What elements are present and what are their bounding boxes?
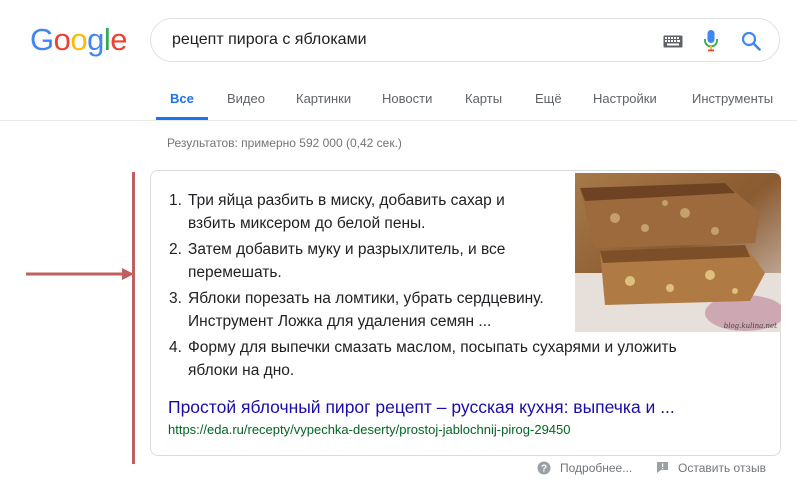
step-text: Форму для выпечки смазать маслом, посыпа… bbox=[188, 339, 677, 356]
logo-letter: G bbox=[30, 22, 54, 57]
tab-news[interactable]: Новости bbox=[382, 91, 432, 106]
google-logo[interactable]: Google bbox=[30, 22, 128, 58]
step-text: яблоки на дно. bbox=[188, 362, 295, 379]
annotation-bar bbox=[132, 172, 135, 464]
svg-text:?: ? bbox=[541, 464, 547, 475]
step-number: 3. bbox=[169, 290, 182, 307]
step-number: 1. bbox=[169, 192, 182, 209]
microphone-icon[interactable] bbox=[704, 30, 718, 57]
feedback-icon[interactable] bbox=[656, 461, 669, 479]
result-url[interactable]: https://eda.ru/recepty/vypechka-deserty/… bbox=[168, 422, 571, 437]
tab-video[interactable]: Видео bbox=[227, 91, 265, 106]
feedback-link[interactable]: Оставить отзыв bbox=[678, 461, 766, 475]
tab-images[interactable]: Картинки bbox=[296, 91, 351, 106]
featured-snippet: 1. Три яйца разбить в миску, добавить са… bbox=[150, 170, 781, 456]
tab-all[interactable]: Все bbox=[170, 91, 194, 106]
search-input[interactable]: рецепт пирога с яблоками bbox=[172, 31, 367, 49]
search-tabs: Все Видео Картинки Новости Карты Ещё Нас… bbox=[0, 80, 797, 120]
search-box[interactable]: рецепт пирога с яблоками bbox=[150, 18, 780, 62]
tab-maps[interactable]: Карты bbox=[465, 91, 502, 106]
logo-letter: o bbox=[53, 22, 71, 57]
step-number: 4. bbox=[169, 339, 182, 356]
result-stats: Результатов: примерно 592 000 (0,42 сек.… bbox=[167, 136, 402, 150]
logo-letter: e bbox=[110, 22, 128, 57]
result-title-link[interactable]: Простой яблочный пирог рецепт – русская … bbox=[168, 397, 675, 418]
list-item: 4. Форму для выпечки смазать маслом, пос… bbox=[169, 336, 709, 382]
keyboard-icon[interactable] bbox=[663, 35, 683, 53]
more-info-link[interactable]: Подробнее... bbox=[560, 461, 632, 475]
search-icon[interactable] bbox=[741, 31, 761, 56]
tab-tools[interactable]: Инструменты bbox=[692, 91, 773, 106]
tab-settings[interactable]: Настройки bbox=[593, 91, 657, 106]
logo-letter: g bbox=[87, 22, 104, 57]
header-divider bbox=[0, 120, 797, 121]
help-icon[interactable]: ? bbox=[537, 461, 551, 480]
image-watermark: blog.kulina.net bbox=[723, 322, 777, 330]
snippet-image[interactable]: blog.kulina.net bbox=[575, 173, 781, 332]
tab-more[interactable]: Ещё bbox=[535, 91, 562, 106]
step-number: 2. bbox=[169, 241, 182, 258]
logo-letter: o bbox=[70, 22, 88, 57]
annotation-arrow-icon bbox=[26, 268, 134, 280]
